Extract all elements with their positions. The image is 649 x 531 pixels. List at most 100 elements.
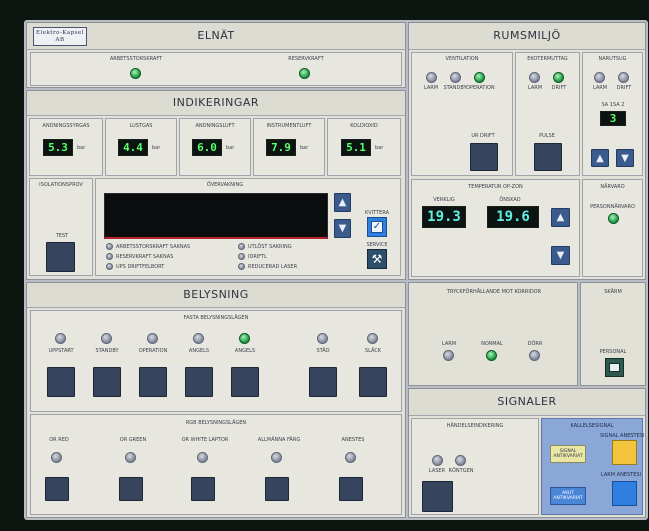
gauge-panel: KOLDIOXID 5.1 bar (327, 118, 401, 176)
lighting-mode-button[interactable] (231, 367, 259, 397)
gauge-unit: bar (226, 145, 235, 151)
lighting-mode-indicator (55, 333, 66, 344)
tryck-larm-indicator (443, 350, 454, 361)
elnat-item-label: ARBETSSTORSKRAFT (109, 56, 163, 62)
larm-anestesi-button[interactable] (612, 481, 637, 506)
tryck-dorr-indicator (529, 350, 540, 361)
alarm-status-indicator (238, 253, 245, 260)
alarm-item-label: ARBETSSTORSKRAFT SAKNAS (116, 244, 191, 250)
temp-down-arrow-button[interactable]: ▼ (551, 246, 570, 265)
lighting-mode-button[interactable] (93, 367, 121, 397)
indikeringar-header: INDIKERINGAR (27, 91, 405, 116)
lighting-mode-indicator (101, 333, 112, 344)
narutsug-up-arrow-button[interactable]: ▲ (591, 149, 609, 167)
narutsug-level-display: 3 (600, 111, 626, 126)
lighting-mode-button[interactable] (185, 367, 213, 397)
lighting-mode-indicator (193, 333, 204, 344)
led-label: RÖNTGEN (448, 468, 474, 474)
ur-drift-button[interactable] (470, 143, 498, 171)
gauge-unit: bar (300, 145, 309, 151)
isolation-panel: ISOLATIONSPROV TEST (29, 178, 93, 276)
lighting-mode-button[interactable] (47, 367, 75, 397)
signaler-header: SIGNALER (409, 389, 645, 416)
isolation-test-button[interactable] (46, 242, 75, 272)
alarm-scroll-up-button[interactable]: ▲ (334, 193, 351, 212)
ventilation-operation-indicator (474, 72, 485, 83)
kvittera-label: KVITTERA (364, 210, 390, 216)
lighting-mode-label: SLÄCK (364, 348, 382, 354)
alarm-scroll-down-button[interactable]: ▼ (334, 219, 351, 238)
target-temperature-display: 19.6 (487, 206, 539, 228)
gauge-value-display: 7.9 (266, 139, 296, 156)
narutsug-down-arrow-button[interactable]: ▼ (616, 149, 634, 167)
tryck-title: TRYCKFÖRHÅLLANDE MOT KORRIDOR (446, 289, 542, 295)
kvittera-checkbox-button[interactable]: ✓ (367, 217, 387, 237)
personnarvaro-indicator (608, 213, 619, 224)
handelse-button[interactable] (422, 481, 453, 512)
pulse-button[interactable] (534, 143, 562, 171)
temp-up-arrow-button[interactable]: ▲ (551, 208, 570, 227)
overvakning-title: ÖVERVAKNING (206, 182, 244, 188)
rgb-mode-button[interactable] (265, 477, 289, 501)
rgb-mode-button[interactable] (191, 477, 215, 501)
service-tools-button[interactable]: ⚒ (367, 249, 387, 269)
screen-icon (609, 363, 620, 372)
tryck-normal-indicator (486, 350, 497, 361)
gauge-label: ANDNINGSSYRGAS (42, 123, 90, 129)
elnat-item-label: RESERVKRAFT (288, 56, 324, 62)
actual-temperature-display: 19.3 (422, 206, 466, 228)
rgb-title: RGB BELYSNINGSLÄGEN (185, 420, 247, 426)
lighting-mode-indicator (239, 333, 250, 344)
skarm-button[interactable] (605, 358, 624, 377)
checkmark-icon: ✓ (371, 221, 383, 233)
gauge-unit: bar (152, 145, 161, 151)
rgb-mode-label: ANESTES (341, 437, 365, 443)
narutsug-panel: NARUTSUG LARM DRIFT SA 1SA 2 3 ▲ ▼ (582, 52, 643, 176)
elnat-section: Elektro-Kapsel AB ELNÄT ARBETSSTORSKRAFT… (26, 22, 406, 88)
led-label: DRIFT (616, 85, 632, 91)
elnat-title: ELNÄT (197, 29, 235, 42)
handelse-title: HÄNDELSEINDIKERING (446, 423, 504, 429)
tools-icon: ⚒ (371, 252, 383, 266)
temperatur-title: TEMPERATUR OP-ZON (468, 184, 523, 190)
belysning-section: BELYSNING FASTA BELYSNINGSLÄGEN UPPSTART… (26, 282, 406, 518)
target-temp-label: ÖNSKAD (499, 197, 521, 203)
gauge-unit: bar (77, 145, 86, 151)
alarm-status-indicator (106, 253, 113, 260)
signal-antikvariat-tag: SIGNAL ANTIKVARIAT (550, 445, 586, 463)
skarm-section: SKÄRM PERSONAL (580, 282, 646, 386)
rumsmiljo-title: RUMSMILJÖ (493, 29, 561, 42)
lighting-mode-label: ANGELS (188, 348, 210, 354)
actual-temp-label: VERKLIG (433, 197, 455, 203)
gauge-value-display: 5.1 (341, 139, 371, 156)
lighting-mode-button[interactable] (359, 367, 387, 397)
fasta-title: FASTA BELYSNINGSLÄGEN (183, 315, 249, 321)
rgb-mode-indicator (271, 452, 282, 463)
alarm-status-indicator (106, 263, 113, 270)
ekotermuttag-panel: EKOTERMUTTAG LARM DRIFT PULSE (515, 52, 580, 176)
lighting-mode-button[interactable] (139, 367, 167, 397)
led-label: DRIFT (551, 85, 567, 91)
tryck-section: TRYCKFÖRHÅLLANDE MOT KORRIDOR LARM NORMA… (408, 282, 578, 386)
ventilation-larm-indicator (426, 72, 437, 83)
gauge-value-display: 5.3 (43, 139, 73, 156)
narutsug-title: NARUTSUG (598, 56, 627, 62)
gauge-label: INSTRUMENTLUFT (266, 123, 312, 129)
ventilation-title: VENTILATION (445, 56, 479, 62)
signal-anestesi-button[interactable] (612, 440, 637, 465)
lighting-mode-label: STÄD (316, 348, 330, 354)
akut-antikvariat-tag: AKUT ANTIKVARIAT (550, 487, 586, 505)
lighting-mode-label: STANDBY (95, 348, 119, 354)
alarm-display-screen (104, 193, 328, 239)
rgb-mode-button[interactable] (45, 477, 69, 501)
lighting-mode-label: OPERATION (138, 348, 168, 354)
fasta-panel: FASTA BELYSNINGSLÄGEN UPPSTART STANDBY OPE… (30, 310, 402, 412)
led-label: DÖRR (527, 341, 543, 347)
laser-indicator (432, 455, 443, 466)
lighting-mode-button[interactable] (309, 367, 337, 397)
rgb-mode-button[interactable] (119, 477, 143, 501)
overvakning-panel: ÖVERVAKNING ▲ ▼ KVITTERA ✓ SERVICE ⚒ ARB… (95, 178, 401, 276)
narvaro-panel: NÄRVARO PERSONNÄRVARO (582, 179, 643, 277)
gauge-label: ANDNINGSLUFT (195, 123, 235, 129)
rgb-mode-button[interactable] (339, 477, 363, 501)
